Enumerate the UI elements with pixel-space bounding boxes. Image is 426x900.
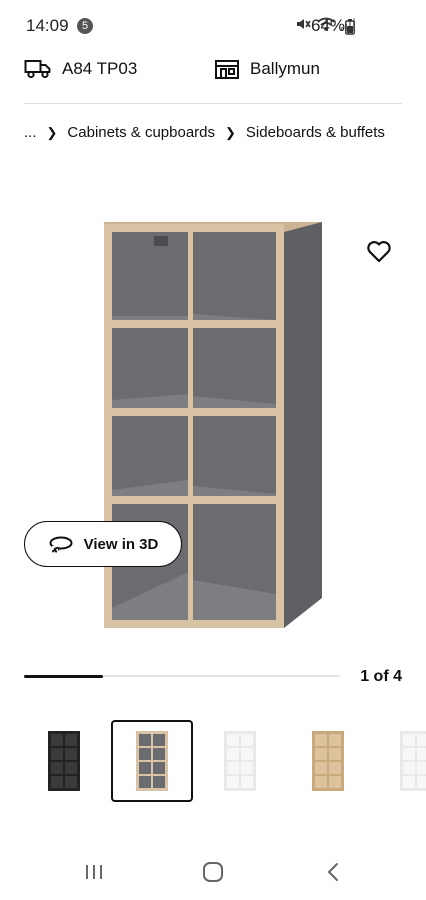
status-bar: 14:09 5 64%	[0, 0, 426, 52]
chevron-right-icon: ❯	[225, 124, 236, 140]
thumbnail-strip	[0, 718, 426, 806]
battery-percentage: 64%	[311, 16, 346, 35]
breadcrumb-sideboards[interactable]: Sideboards & buffets	[246, 124, 385, 141]
notification-badge: 5	[77, 18, 93, 34]
view-in-3d-label: View in 3D	[83, 535, 159, 553]
store-selector[interactable]: Ballymun	[214, 58, 320, 80]
breadcrumb: ... ❯ Cabinets & cupboards ❯ Sideboards …	[24, 124, 385, 141]
thumbnail-oak-effect[interactable]	[287, 720, 369, 802]
home-icon[interactable]	[198, 858, 228, 886]
image-counter: 1 of 4	[360, 668, 402, 685]
thumbnail-black-brown[interactable]	[23, 720, 105, 802]
battery-icon	[345, 19, 355, 35]
view-in-3d-button[interactable]: View in 3D	[24, 521, 182, 567]
postcode-selector[interactable]: A84 TP03	[24, 58, 137, 80]
product-image[interactable]	[96, 210, 332, 640]
store-label: Ballymun	[250, 59, 320, 78]
thumbnail-white[interactable]	[199, 720, 281, 802]
system-nav-bar	[0, 840, 426, 900]
delivery-bar: A84 TP03 Ballymun	[0, 54, 426, 88]
store-icon	[215, 60, 239, 79]
rotate-3d-icon	[49, 536, 73, 553]
status-time: 14:09	[26, 16, 69, 35]
recent-apps-icon[interactable]	[79, 858, 109, 886]
heart-icon[interactable]	[364, 236, 394, 266]
thumbnail-white-partial[interactable]	[375, 720, 426, 802]
breadcrumb-ellipsis[interactable]: ...	[24, 124, 37, 141]
gallery-progress-fill	[24, 674, 103, 678]
breadcrumb-cabinets[interactable]: Cabinets & cupboards	[67, 124, 215, 141]
mute-icon	[297, 19, 311, 29]
postcode-label: A84 TP03	[62, 59, 138, 78]
thumbnail-grey-wood-effect[interactable]	[111, 720, 193, 802]
gallery-progress	[24, 674, 340, 678]
back-icon[interactable]	[318, 858, 348, 886]
divider	[24, 103, 402, 104]
truck-icon	[24, 60, 51, 79]
chevron-right-icon: ❯	[46, 124, 58, 140]
